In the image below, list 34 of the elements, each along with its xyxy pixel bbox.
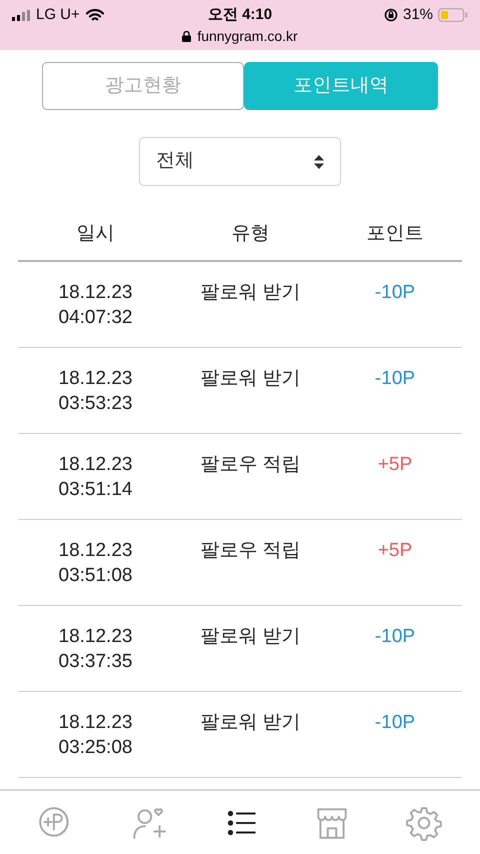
rotation-lock-icon bbox=[384, 8, 398, 22]
filter-dropdown[interactable]: 전체 bbox=[139, 137, 341, 186]
page-url: funnygram.co.kr bbox=[197, 26, 298, 46]
clock-time: 오전 4:10 bbox=[208, 4, 272, 25]
sort-arrows-icon bbox=[314, 154, 324, 168]
date-time-cell-text: 18.12.23 03:25:08 bbox=[58, 711, 132, 760]
column-header: 유형 bbox=[232, 222, 270, 246]
date-time-cell-text: 18.12.23 03:51:14 bbox=[58, 453, 132, 502]
type-cell-text: 팔로워 받기 bbox=[200, 281, 301, 305]
tab[interactable]: 포인트내역 bbox=[244, 62, 438, 110]
date-time-cell-text: 18.12.23 03:37:35 bbox=[58, 625, 132, 674]
signal-icon bbox=[12, 10, 30, 20]
points-cell-text: -10P bbox=[374, 367, 416, 391]
carrier-name: LG U+ bbox=[36, 4, 80, 25]
points-cell-text: +5P bbox=[378, 453, 412, 477]
date-time-cell-text: 18.12.23 03:51:08 bbox=[58, 539, 132, 588]
date-time-cell-text: 18.12.23 03:53:23 bbox=[58, 367, 132, 416]
column-header: 일시 bbox=[76, 222, 114, 246]
points-cell-text: -10P bbox=[374, 711, 416, 735]
date-time-cell-text: 18.12.23 04:07:32 bbox=[58, 281, 132, 330]
type-cell-text: 팔로우 적립 bbox=[200, 539, 301, 563]
type-cell-text: 팔로워 받기 bbox=[200, 711, 301, 735]
type-cell-text: 팔로워 받기 bbox=[200, 367, 301, 391]
wifi-icon bbox=[86, 8, 104, 22]
points-cell-text: -10P bbox=[374, 625, 416, 649]
battery-percent: 31% bbox=[402, 4, 434, 25]
column-header: 포인트 bbox=[366, 222, 424, 246]
points-cell-text: +5P bbox=[378, 539, 412, 563]
points-cell-text: -10P bbox=[374, 281, 416, 305]
lock-icon bbox=[182, 30, 192, 42]
type-cell-text: 팔로우 적립 bbox=[200, 453, 301, 477]
battery-icon bbox=[438, 8, 468, 22]
type-cell-text: 팔로워 받기 bbox=[200, 625, 301, 649]
tab[interactable]: 광고현황 bbox=[42, 62, 244, 110]
